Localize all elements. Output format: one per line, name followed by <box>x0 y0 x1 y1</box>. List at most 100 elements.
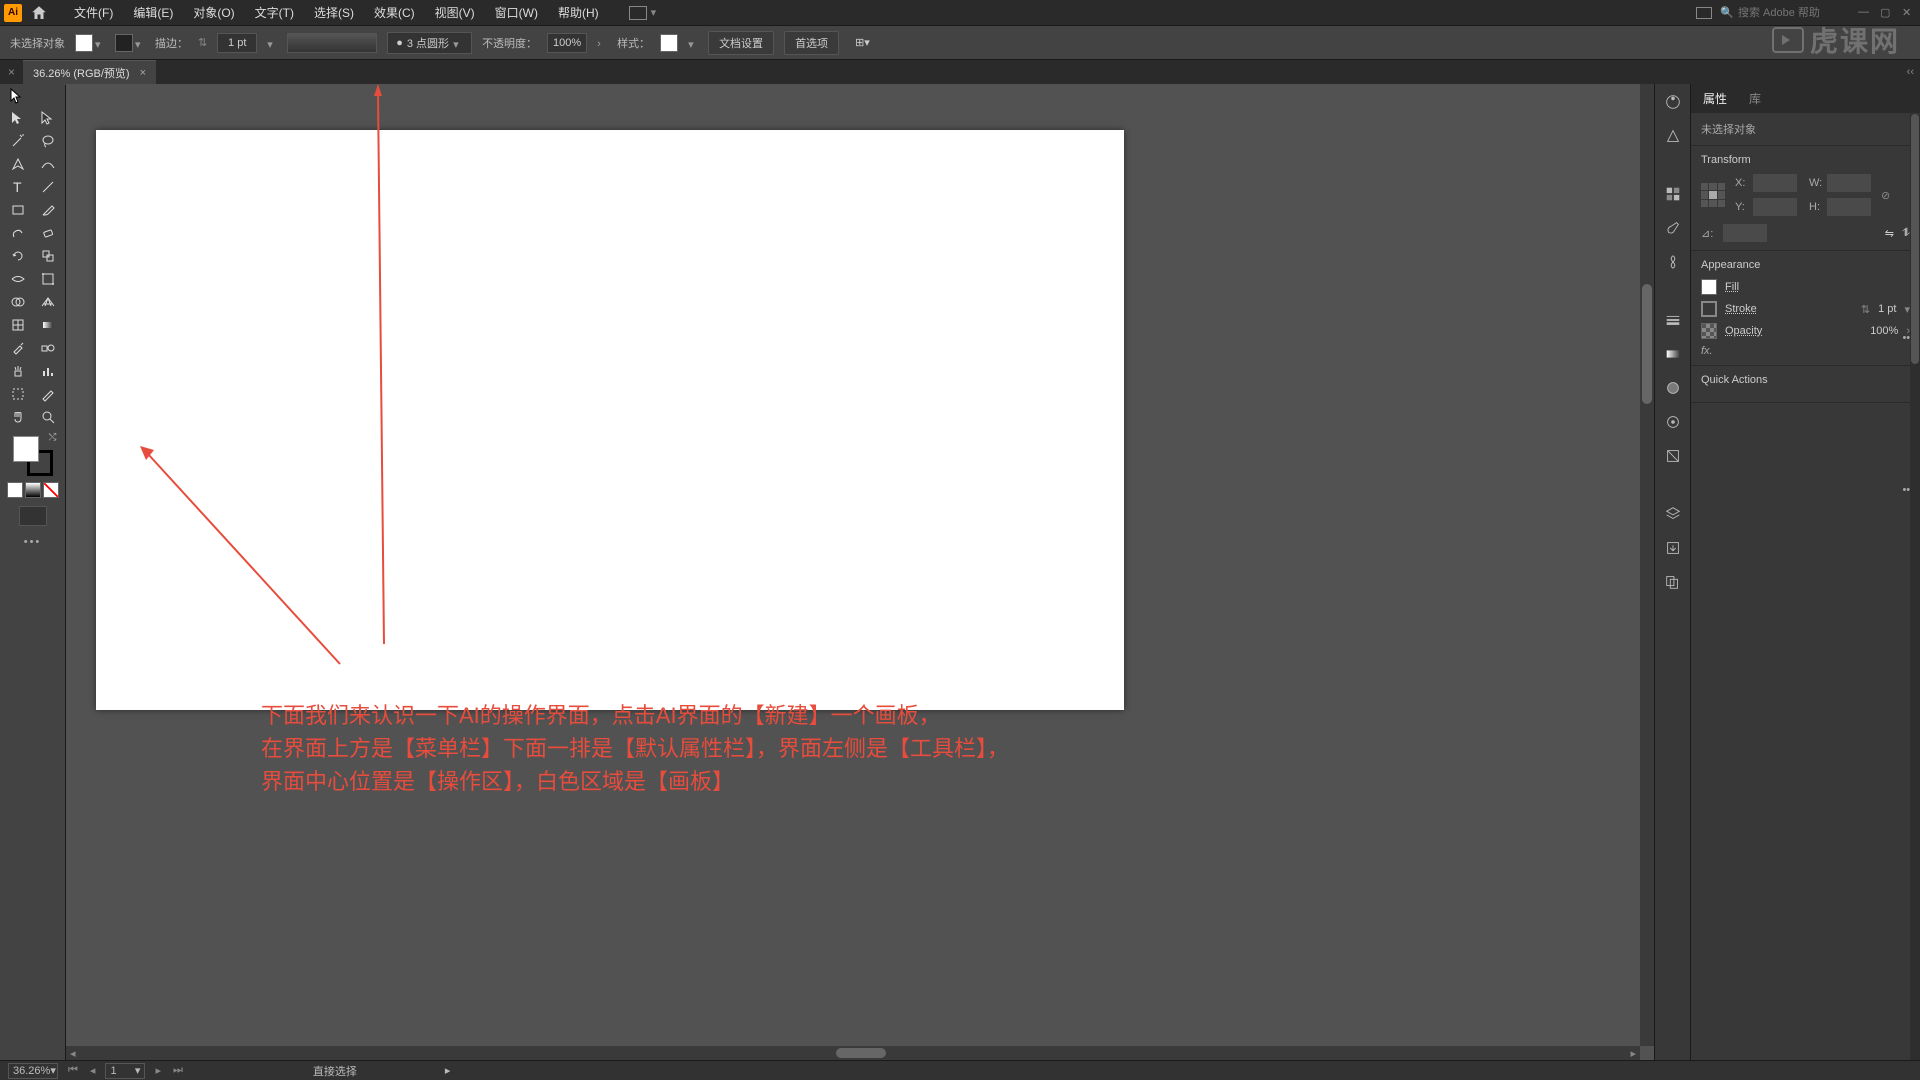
fill-stroke-control[interactable]: ⤭ <box>13 436 53 476</box>
fx-label[interactable]: fx. <box>1701 345 1910 357</box>
direct-selection-tool[interactable] <box>33 106 63 129</box>
transform-y-input[interactable] <box>1753 198 1797 216</box>
hand-tool[interactable] <box>3 405 33 428</box>
tab-properties[interactable]: 属性 <box>1699 88 1731 109</box>
graphic-styles-panel-icon[interactable] <box>1663 446 1683 466</box>
blend-tool[interactable] <box>33 336 63 359</box>
menu-type[interactable]: 文字(T) <box>245 0 304 25</box>
line-tool[interactable] <box>33 175 63 198</box>
swatches-panel-icon[interactable] <box>1663 184 1683 204</box>
arrange-docs-icon[interactable] <box>629 6 647 20</box>
appearance-stroke-label[interactable]: Stroke <box>1725 303 1757 315</box>
workspace-icon[interactable] <box>1696 7 1712 19</box>
brushes-panel-icon[interactable] <box>1663 218 1683 238</box>
shaper-tool[interactable] <box>3 221 33 244</box>
opacity-value[interactable]: 100% <box>1870 325 1898 337</box>
lasso-tool[interactable] <box>33 129 63 152</box>
opacity-input[interactable] <box>547 33 587 53</box>
vertical-scrollbar[interactable] <box>1640 84 1654 1046</box>
minimize-icon[interactable]: — <box>1858 6 1872 20</box>
color-mode-solid[interactable] <box>7 482 23 498</box>
tab-prev-close-icon[interactable]: × <box>8 65 15 79</box>
layers-panel-icon[interactable] <box>1663 504 1683 524</box>
gradient-panel-icon[interactable] <box>1663 344 1683 364</box>
eyedropper-tool[interactable] <box>3 336 33 359</box>
magic-wand-tool[interactable] <box>3 129 33 152</box>
document-tab[interactable]: 36.26% (RGB/预览) × <box>23 60 156 85</box>
transform-angle-input[interactable] <box>1723 224 1767 242</box>
menu-view[interactable]: 视图(V) <box>425 0 485 25</box>
mesh-tool[interactable] <box>3 313 33 336</box>
color-mode-none[interactable] <box>43 482 59 498</box>
menu-effect[interactable]: 效果(C) <box>364 0 425 25</box>
canvas-area[interactable]: 下面我们来认识一下AI的操作界面，点击AI界面的【新建】一个画板， 在界面上方是… <box>66 84 1654 1060</box>
appearance-fill-swatch[interactable] <box>1701 279 1717 295</box>
symbols-panel-icon[interactable] <box>1663 252 1683 272</box>
stroke-weight-input[interactable] <box>217 33 257 53</box>
color-guide-icon[interactable] <box>1663 126 1683 146</box>
pen-tool[interactable] <box>3 152 33 175</box>
stroke-profile[interactable] <box>287 33 377 53</box>
asset-export-panel-icon[interactable] <box>1663 538 1683 558</box>
flip-v-icon[interactable]: ⥮ <box>1902 227 1910 240</box>
menu-object[interactable]: 对象(O) <box>183 0 244 25</box>
stroke-weight-value[interactable]: 1 pt <box>1878 303 1896 315</box>
shape-builder-tool[interactable] <box>3 290 33 313</box>
paintbrush-tool[interactable] <box>33 198 63 221</box>
document-setup-button[interactable]: 文档设置 <box>708 31 774 55</box>
menu-window[interactable]: 窗口(W) <box>485 0 548 25</box>
selection-tool[interactable] <box>3 106 33 129</box>
horizontal-scrollbar[interactable]: ◂ ▸ <box>66 1046 1640 1060</box>
width-tool[interactable] <box>3 267 33 290</box>
last-artboard-icon[interactable]: ⏭ <box>171 1064 185 1077</box>
screen-mode-button[interactable] <box>19 506 47 526</box>
chevron-down-icon[interactable]: ▾ <box>267 38 277 48</box>
close-icon[interactable]: ✕ <box>1902 6 1916 20</box>
panel-scrollbar[interactable] <box>1910 114 1920 1060</box>
transform-h-input[interactable] <box>1827 198 1871 216</box>
rotate-tool[interactable] <box>3 244 33 267</box>
flip-h-icon[interactable]: ⇋ <box>1885 227 1894 240</box>
style-swatch[interactable] <box>660 34 678 52</box>
maximize-icon[interactable]: ▢ <box>1880 6 1894 20</box>
scale-tool[interactable] <box>33 244 63 267</box>
type-tool[interactable]: T <box>3 175 33 198</box>
close-icon[interactable]: × <box>140 67 146 79</box>
appearance-opacity-swatch[interactable] <box>1701 323 1717 339</box>
swap-icon[interactable]: ⤭ <box>49 432 57 443</box>
toolbox-more-icon[interactable]: ••• <box>24 536 42 548</box>
artboard-select[interactable]: 1▾ <box>105 1063 145 1079</box>
search-input[interactable] <box>1738 7 1838 19</box>
search-box[interactable]: 🔍 <box>1720 6 1838 19</box>
fill-swatch[interactable] <box>75 34 93 52</box>
link-wh-icon[interactable]: ⊘ <box>1881 189 1890 202</box>
chevron-right-icon[interactable]: › <box>597 38 607 48</box>
fill-color[interactable] <box>13 436 39 462</box>
chevron-down-icon[interactable]: ▾ <box>453 38 463 48</box>
transform-x-input[interactable] <box>1753 174 1797 192</box>
menu-file[interactable]: 文件(F) <box>64 0 123 25</box>
slice-tool[interactable] <box>33 382 63 405</box>
first-artboard-icon[interactable]: ⏮ <box>66 1064 80 1077</box>
transform-w-input[interactable] <box>1827 174 1871 192</box>
next-artboard-icon[interactable]: ▸ <box>153 1064 163 1077</box>
menu-edit[interactable]: 编辑(E) <box>123 0 183 25</box>
expand-panels-icon[interactable]: ‹‹ <box>1907 66 1914 78</box>
zoom-select[interactable]: 36.26%▾ <box>8 1063 58 1079</box>
perspective-grid-tool[interactable] <box>33 290 63 313</box>
transparency-panel-icon[interactable] <box>1663 378 1683 398</box>
stepper-icon[interactable]: ⇅ <box>1861 303 1870 316</box>
chevron-down-icon[interactable]: ▾ <box>135 38 145 48</box>
appearance-opacity-label[interactable]: Opacity <box>1725 325 1762 337</box>
artboard[interactable] <box>96 130 1124 710</box>
artboards-panel-icon[interactable] <box>1663 572 1683 592</box>
gradient-tool[interactable] <box>33 313 63 336</box>
status-menu-icon[interactable]: ▸ <box>445 1064 451 1077</box>
curvature-tool[interactable] <box>33 152 63 175</box>
appearance-panel-icon[interactable] <box>1663 412 1683 432</box>
appearance-fill-label[interactable]: Fill <box>1725 281 1739 293</box>
tab-libraries[interactable]: 库 <box>1745 88 1765 109</box>
prev-artboard-icon[interactable]: ◂ <box>88 1064 98 1077</box>
zoom-tool[interactable] <box>33 405 63 428</box>
free-transform-tool[interactable] <box>33 267 63 290</box>
